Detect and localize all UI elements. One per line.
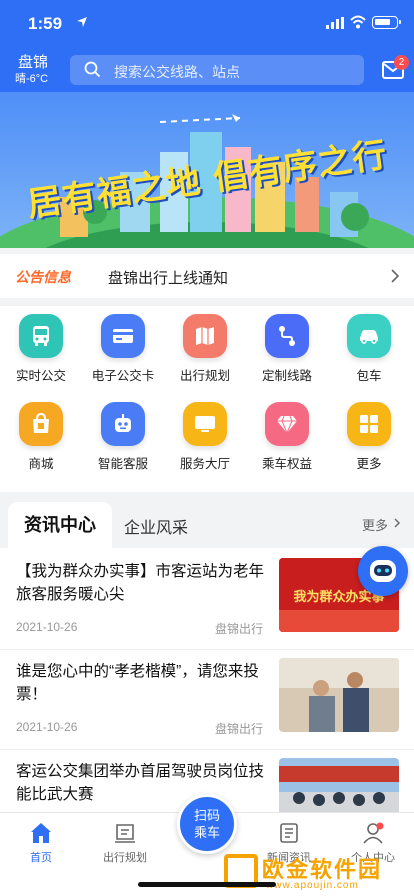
- service-label: 出行规划: [179, 369, 230, 383]
- news-date: 2021-10-26: [16, 620, 78, 634]
- service-grid: 实时公交 电子公交卡 出行规划 定制线路 包车 商城 智能客服 服务大厅 乘车权…: [0, 306, 414, 492]
- service-label: 包车: [356, 369, 382, 383]
- news-item[interactable]: 【我为群众办实事】市客运站为老年旅客服务暖心尖 2021-10-26 盘锦出行 …: [0, 550, 414, 650]
- news-tabs: 资讯中心 企业风采 更多: [0, 500, 414, 548]
- service-item-e-card[interactable]: 电子公交卡: [82, 306, 164, 386]
- mail-badge: 2: [394, 55, 409, 70]
- car-icon: [347, 314, 391, 358]
- scan-label-line2: 乘车: [193, 825, 220, 840]
- news-title: 谁是您心中的“孝老楷模”，请您来投票！: [16, 663, 259, 703]
- service-label: 电子公交卡: [91, 369, 155, 383]
- tab-label: 出行规划: [103, 852, 147, 864]
- service-label: 定制线路: [261, 369, 312, 383]
- service-item-service-hall[interactable]: 服务大厅: [164, 394, 246, 474]
- tab-corporate[interactable]: 企业风采: [124, 514, 188, 538]
- news-title: 【我为群众办实事】市客运站为老年旅客服务暖心尖: [16, 563, 265, 603]
- battery-icon: [372, 16, 401, 29]
- floating-assistant-button[interactable]: [358, 546, 408, 596]
- notice-bar[interactable]: 公告信息 盘锦出行上线通知: [0, 254, 414, 298]
- wifi-icon: [350, 15, 366, 29]
- tab-label: 首页: [30, 852, 52, 864]
- service-item-smart-support[interactable]: 智能客服: [82, 394, 164, 474]
- notice-tag: 公告信息: [15, 269, 71, 285]
- service-label: 智能客服: [97, 457, 148, 471]
- user-icon: [363, 822, 384, 844]
- chevron-right-icon: [394, 518, 400, 528]
- news-thumbnail: [279, 758, 399, 812]
- service-item-realtime-bus[interactable]: 实时公交: [0, 306, 82, 386]
- scan-to-ride-button[interactable]: 扫码 乘车: [177, 794, 237, 854]
- news-thumbnail: [279, 658, 399, 732]
- diamond-icon: [265, 402, 309, 446]
- service-item-charter[interactable]: 包车: [328, 306, 410, 386]
- service-label: 实时公交: [15, 369, 66, 383]
- location-arrow-icon: [77, 17, 87, 27]
- service-item-custom-route[interactable]: 定制线路: [246, 306, 328, 386]
- service-label: 服务大厅: [179, 457, 230, 471]
- chevron-right-icon: [391, 269, 399, 283]
- trip-plan-icon: [115, 824, 135, 843]
- tab-trip-plan[interactable]: 出行规划: [90, 819, 160, 865]
- bus-icon: [19, 314, 63, 358]
- city-selector[interactable]: 盘锦: [18, 55, 48, 71]
- service-item-mall[interactable]: 商城: [0, 394, 82, 474]
- home-indicator: [138, 882, 276, 887]
- news-item[interactable]: 谁是您心中的“孝老楷模”，请您来投票！ 2021-10-26 盘锦出行: [0, 650, 414, 750]
- monitor-icon: [183, 402, 227, 446]
- news-section: 资讯中心 企业风采 更多 【我为群众办实事】市客运站为老年旅客服务暖心尖 202…: [0, 500, 414, 812]
- robot-icon: [101, 402, 145, 446]
- more-grid-icon: [347, 402, 391, 446]
- home-icon: [31, 823, 51, 843]
- card-icon: [101, 314, 145, 358]
- service-item-trip-plan[interactable]: 出行规划: [164, 306, 246, 386]
- more-link[interactable]: 更多: [362, 515, 388, 534]
- search-placeholder: 搜索公交线路、站点: [114, 64, 240, 80]
- route-icon: [265, 314, 309, 358]
- app-header: 1:59 盘锦 晴-6°C 搜索公交线路、站点 2: [0, 0, 414, 92]
- promo-banner[interactable]: 居有福之地 倡有序之行: [0, 92, 414, 248]
- service-label: 商城: [28, 457, 54, 471]
- watermark-url: www.apoujin.com: [266, 880, 359, 891]
- weather-text: 晴-6°C: [15, 73, 49, 85]
- tab-home[interactable]: 首页: [6, 819, 76, 865]
- service-label: 更多: [356, 457, 382, 471]
- cellular-signal-icon: [326, 17, 344, 29]
- map-icon: [183, 314, 227, 358]
- service-item-ride-benefits[interactable]: 乘车权益: [246, 394, 328, 474]
- news-source: 盘锦出行: [215, 622, 264, 636]
- notice-text[interactable]: 盘锦出行上线通知: [108, 267, 228, 288]
- status-time: 1:59: [28, 14, 63, 33]
- news-date: 2021-10-26: [16, 720, 78, 734]
- news-title: 客运公交集团举办首届驾驶员岗位技能比武大赛: [16, 763, 265, 803]
- service-item-more[interactable]: 更多: [328, 394, 410, 474]
- service-label: 乘车权益: [261, 457, 312, 471]
- scan-label-line1: 扫码: [193, 808, 220, 823]
- search-icon: [84, 61, 101, 78]
- status-bar: 1:59: [0, 0, 414, 44]
- news-source: 盘锦出行: [215, 722, 264, 736]
- news-icon: [280, 823, 298, 843]
- search-bar[interactable]: 搜索公交线路、站点: [70, 55, 364, 85]
- tab-news-center[interactable]: 资讯中心: [8, 502, 112, 548]
- shop-bag-icon: [19, 402, 63, 446]
- robot-icon: [360, 548, 406, 594]
